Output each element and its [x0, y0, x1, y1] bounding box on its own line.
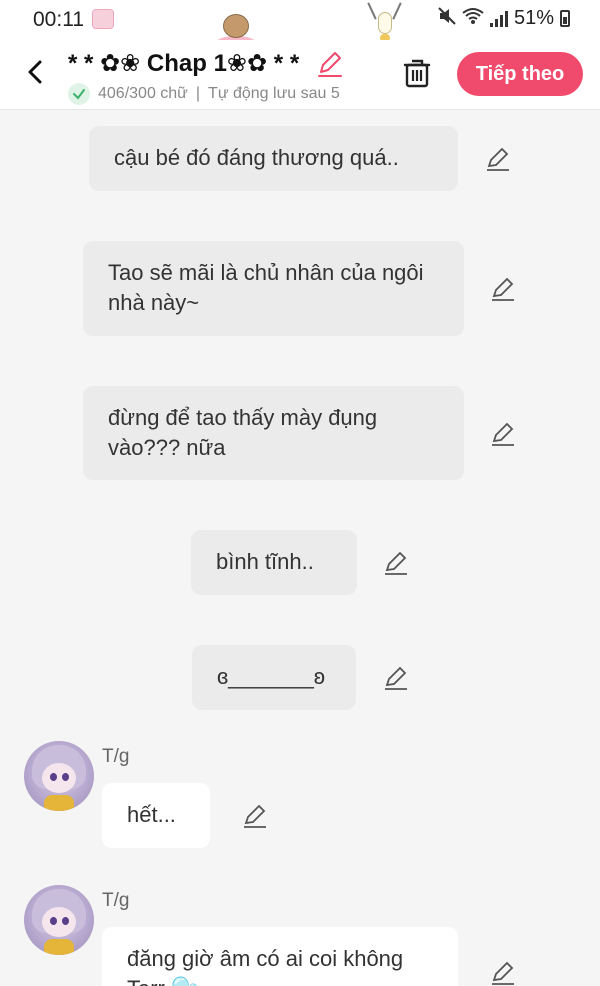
separator: | — [195, 85, 201, 102]
message-text: đừng để tao thấy mày đụng vào??? nữa — [108, 405, 378, 460]
status-time: 00:11 — [33, 8, 84, 31]
edit-icon[interactable] — [490, 421, 516, 447]
message-bubble[interactable]: đừng để tao thấy mày đụng vào??? nữa — [83, 386, 464, 480]
word-count: 406/300 chữ — [98, 85, 188, 102]
message-bubble[interactable]: cậu bé đó đáng thương quá.. — [89, 126, 458, 191]
message-bubble[interactable]: hết... — [102, 783, 210, 848]
author-name: T/g — [102, 890, 130, 911]
message-text: cậu bé đó đáng thương quá.. — [114, 145, 399, 170]
avatar[interactable] — [24, 741, 94, 811]
edit-icon[interactable] — [485, 146, 511, 172]
message-text: hết... — [127, 802, 176, 827]
edit-icon[interactable] — [383, 550, 409, 576]
status-icons: 51% — [438, 7, 570, 30]
save-status: 406/300 chữ | Tự động lưu sau 5 — [68, 83, 340, 105]
battery-icon — [560, 10, 570, 27]
avatar[interactable] — [24, 885, 94, 955]
autosave-text: Tự động lưu sau 5 — [208, 85, 340, 102]
edit-icon[interactable] — [242, 803, 268, 829]
app-sticker-icon — [92, 9, 114, 29]
wifi-icon — [462, 7, 484, 30]
editor-header: * * ✿❀ Chap 1❀✿ * * 406/300 chữ | Tự độn… — [0, 40, 600, 110]
trash-icon[interactable] — [402, 57, 432, 89]
check-icon — [68, 83, 90, 105]
title-edit-icon[interactable] — [316, 50, 344, 78]
message-bubble[interactable]: ɞ_______ʚ — [192, 645, 356, 710]
author-name: T/g — [102, 746, 130, 767]
edit-icon[interactable] — [490, 960, 516, 986]
message-text: ɞ_______ʚ — [217, 664, 325, 689]
message-bubble[interactable]: bình tĩnh.. — [191, 530, 357, 595]
status-bar: 00:11 51% — [0, 0, 600, 40]
back-icon[interactable] — [22, 54, 50, 90]
battery-percent: 51% — [513, 7, 554, 29]
mute-icon — [438, 7, 456, 30]
message-text: đăng giờ âm có ai coi không Tarr 🫧 — [127, 946, 404, 986]
message-text: bình tĩnh.. — [216, 549, 314, 574]
next-button[interactable]: Tiếp theo — [457, 52, 583, 96]
message-bubble[interactable]: đăng giờ âm có ai coi không Tarr 🫧 — [102, 927, 458, 986]
message-bubble[interactable]: Tao sẽ mãi là chủ nhân của ngôi nhà này~ — [83, 241, 464, 336]
message-text: Tao sẽ mãi là chủ nhân của ngôi nhà này~ — [108, 260, 424, 315]
edit-icon[interactable] — [490, 276, 516, 302]
signal-icon — [489, 10, 508, 27]
chapter-title[interactable]: * * ✿❀ Chap 1❀✿ * * — [68, 49, 299, 78]
edit-icon[interactable] — [383, 665, 409, 691]
